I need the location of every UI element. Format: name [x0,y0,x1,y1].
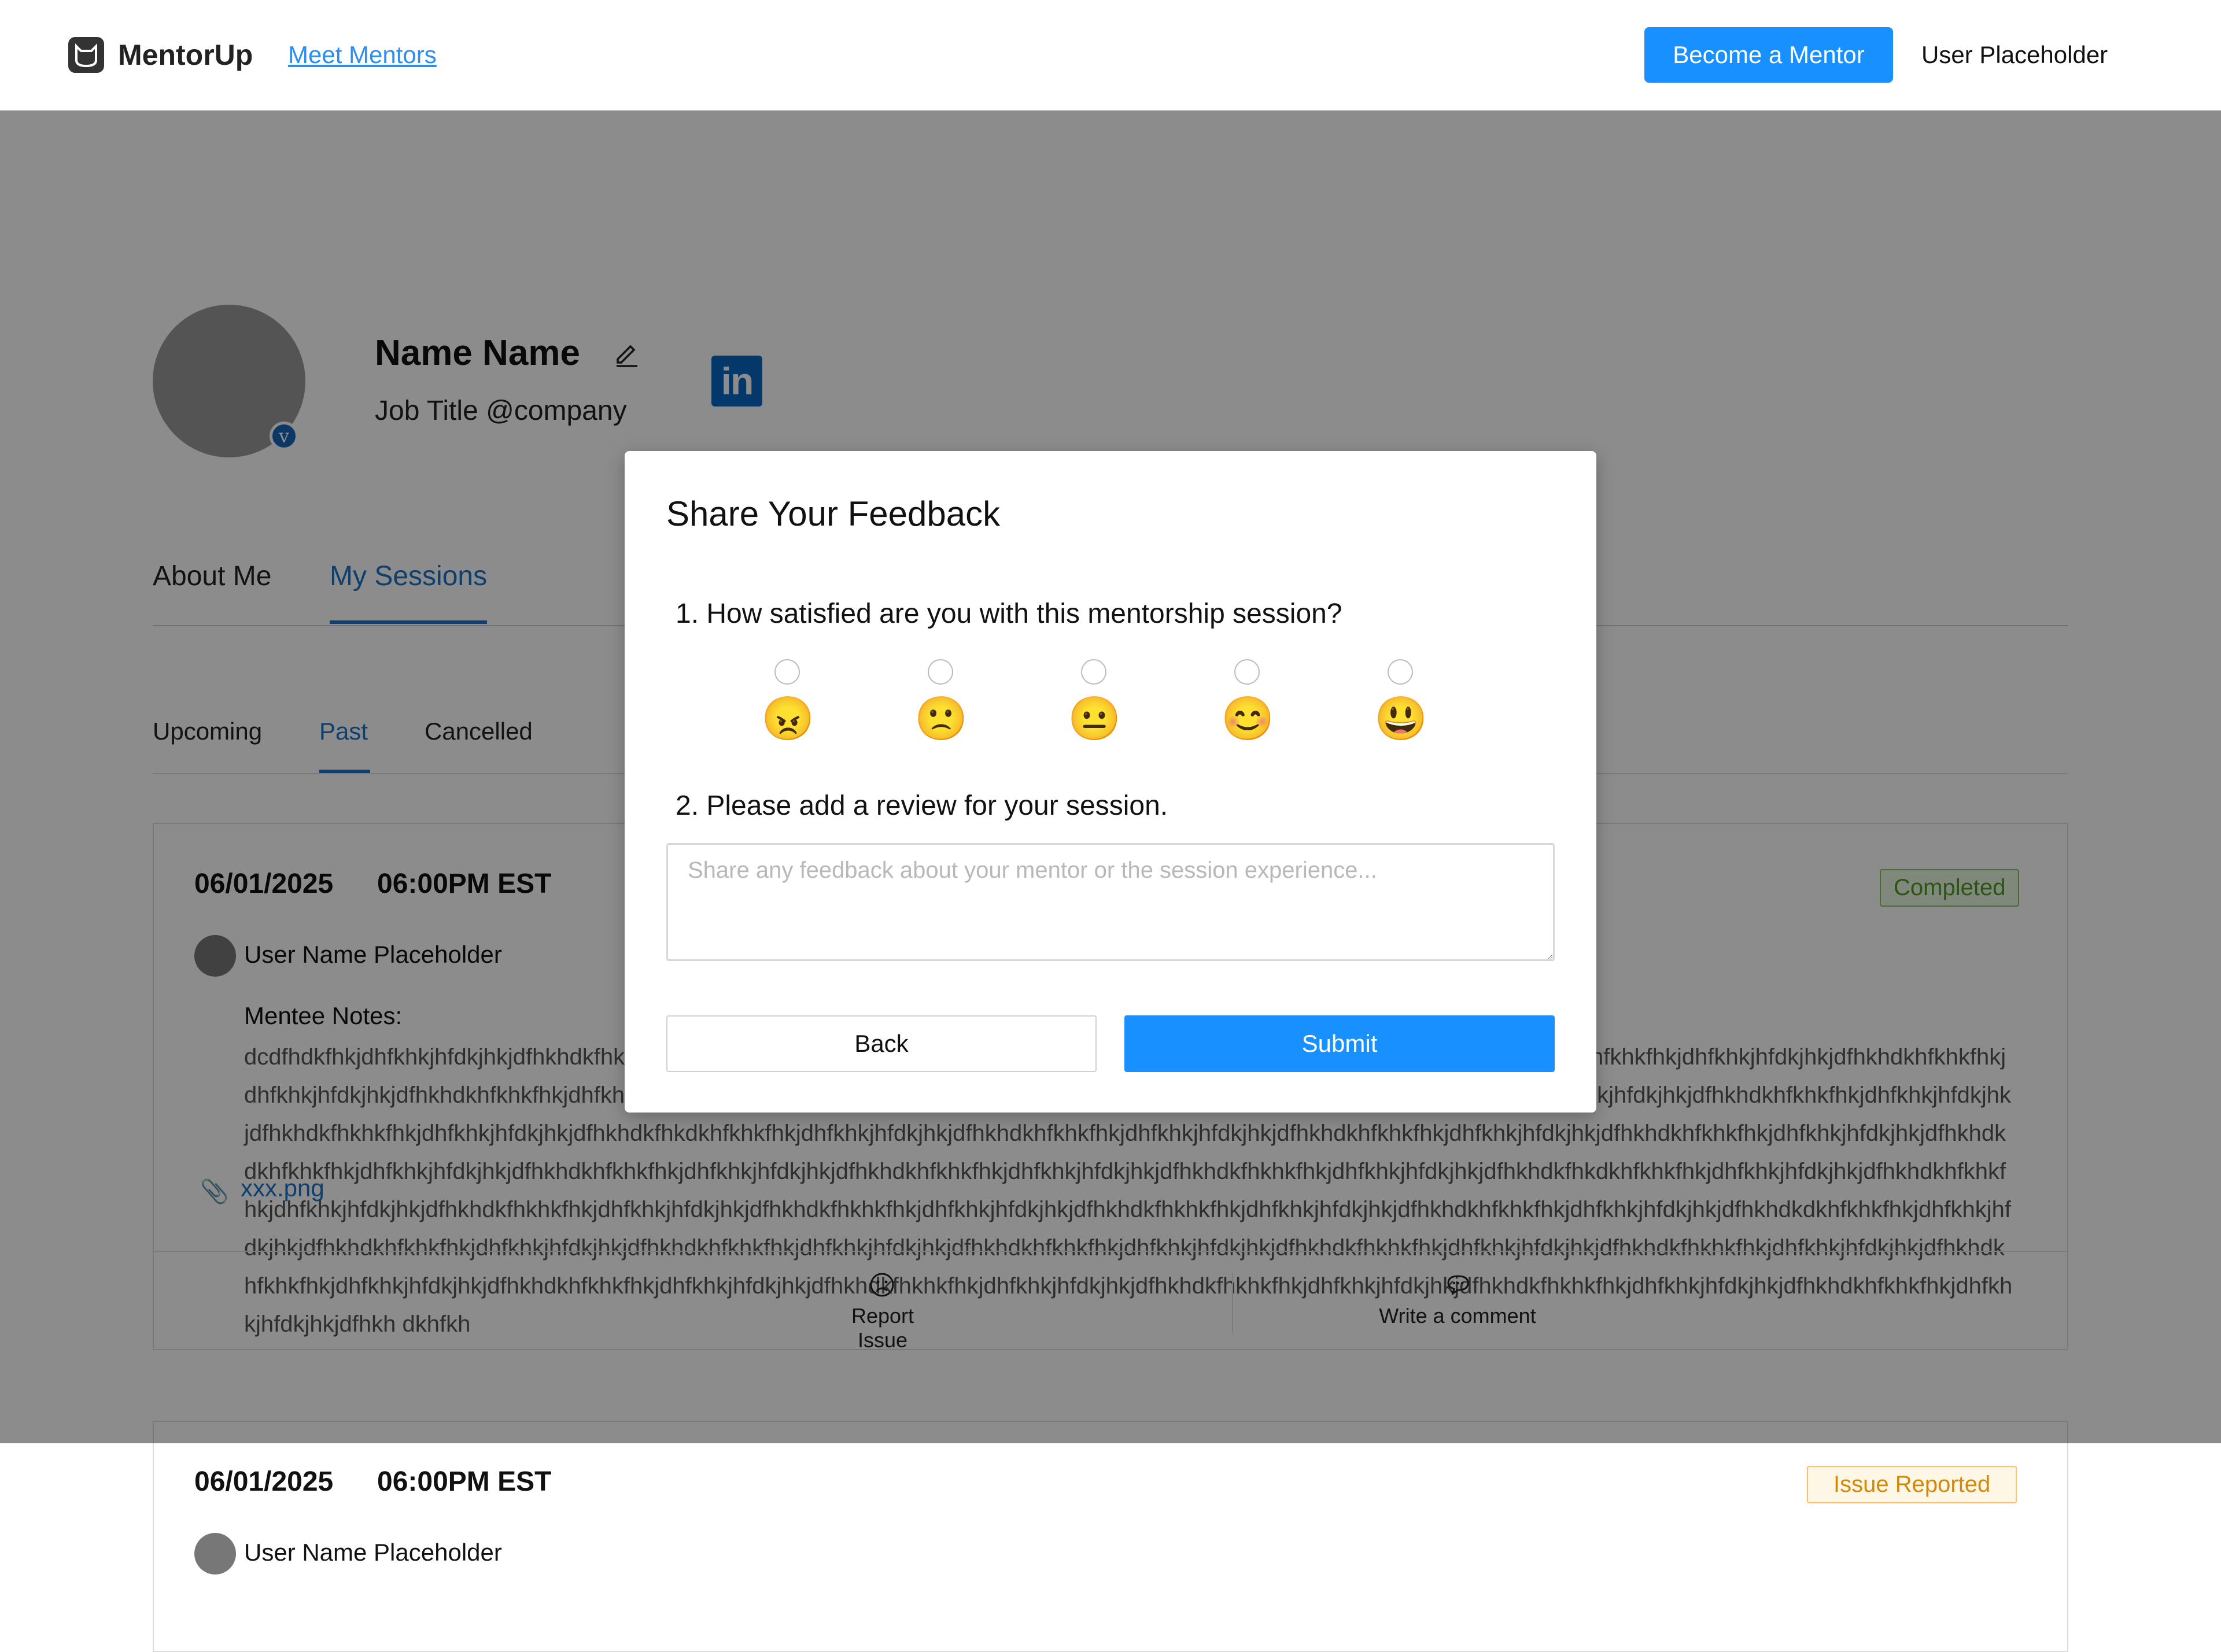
rating-radio[interactable] [774,659,800,685]
user-avatar [194,1533,236,1575]
feedback-modal: Share Your Feedback 1. How satisfied are… [625,451,1596,1113]
rating-option-5[interactable]: 😃 [1374,659,1427,757]
session-date: 06/01/2025 [194,1466,334,1497]
session-card: 06/01/2025 06:00PM EST Issue Reported Us… [153,1421,2068,1652]
rating-option-2[interactable]: 🙁 [914,659,968,757]
session-user-name: User Name Placeholder [244,1539,502,1566]
rating-radio[interactable] [1234,659,1260,685]
rating-radio[interactable] [1081,659,1106,685]
logo-text[interactable]: MentorUp [118,37,253,73]
rating-option-3[interactable]: 😐 [1068,659,1121,757]
rating-radio[interactable] [928,659,953,685]
become-mentor-button[interactable]: Become a Mentor [1644,27,1893,83]
user-menu[interactable]: User Placeholder [1921,37,2108,73]
rating-radio[interactable] [1388,659,1413,685]
neutral-face-icon[interactable]: 😐 [1068,693,1121,745]
review-textarea[interactable] [666,843,1555,961]
session-time: 06:00PM EST [377,1466,552,1497]
submit-button[interactable]: Submit [1124,1015,1555,1072]
rating-option-4[interactable]: 😊 [1221,659,1274,757]
angry-face-icon[interactable]: 😠 [761,693,814,745]
top-navbar: MentorUp Meet Mentors Become a Mentor Us… [0,0,2221,110]
question-satisfaction: 1. How satisfied are you with this mento… [676,598,1342,629]
modal-title: Share Your Feedback [666,494,1001,533]
mentorup-logo-icon[interactable] [68,37,104,73]
question-review: 2. Please add a review for your session. [676,790,1168,821]
grinning-face-icon[interactable]: 😃 [1374,693,1427,745]
frowning-face-icon[interactable]: 🙁 [914,693,968,745]
smiling-face-icon[interactable]: 😊 [1221,693,1274,745]
rating-option-1[interactable]: 😠 [761,659,814,757]
meet-mentors-link[interactable]: Meet Mentors [288,37,437,73]
status-badge: Issue Reported [1807,1466,2017,1503]
back-button[interactable]: Back [666,1015,1097,1072]
